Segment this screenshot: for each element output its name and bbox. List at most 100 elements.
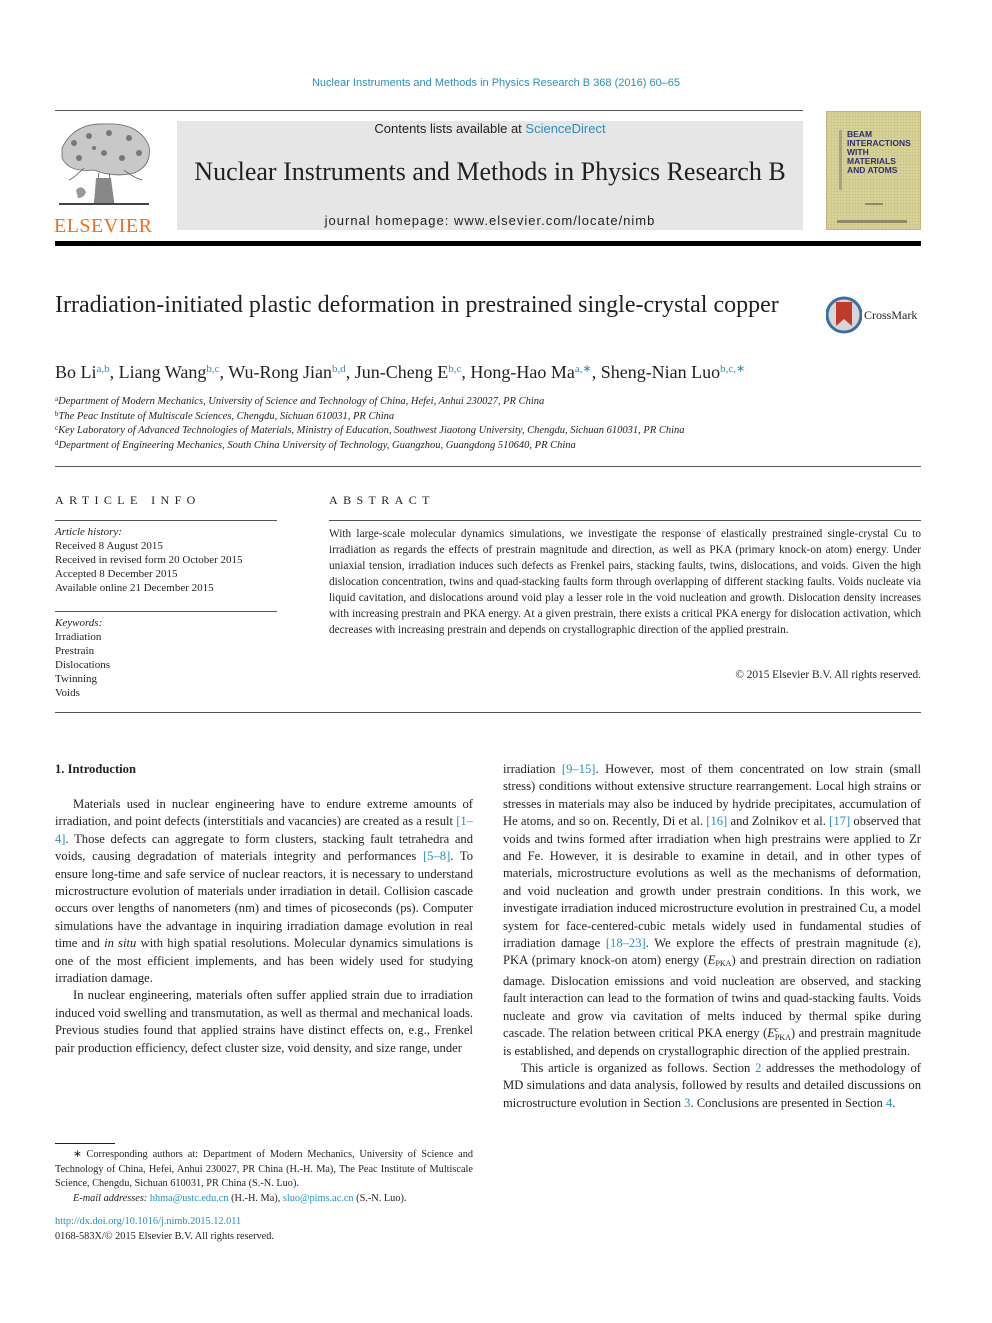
author[interactable]: Hong-Hao Maa,∗ — [470, 362, 591, 382]
affiliation: dDepartment of Engineering Mechanics, So… — [55, 439, 685, 454]
citation-link[interactable]: [5–8] — [423, 849, 450, 863]
history-item: Accepted 8 December 2015 — [55, 568, 178, 580]
author[interactable]: Liang Wangb,c — [119, 362, 220, 382]
body-column-right: irradiation [9–15]. However, most of the… — [503, 761, 921, 1112]
article-history-label: Article history: — [55, 526, 122, 538]
keyword[interactable]: Twinning — [55, 672, 277, 686]
homepage-url[interactable]: www.elsevier.com/locate/nimb — [454, 213, 655, 228]
section-heading-introduction: 1. Introduction — [55, 762, 136, 776]
author-name: Hong-Hao Ma — [470, 362, 575, 382]
citation-link[interactable]: [16] — [706, 814, 727, 828]
article-history: Article history: Received 8 August 2015 … — [55, 525, 277, 595]
doi-link[interactable]: http://dx.doi.org/10.1016/j.nimb.2015.12… — [55, 1216, 241, 1227]
text-run: This article is organized as follows. Se… — [521, 1060, 756, 1075]
email-owner: (H.-H. Ma), — [228, 1192, 283, 1204]
author-affiliation-marker[interactable]: a,b — [97, 363, 110, 375]
journal-homepage: journal homepage: www.elsevier.com/locat… — [177, 213, 803, 228]
abstract-copyright: © 2015 Elsevier B.V. All rights reserved… — [735, 669, 921, 681]
paragraph: In nuclear engineering, materials often … — [55, 988, 473, 1055]
crossmark-label: CrossMark — [864, 308, 918, 322]
history-item: Received 8 August 2015 — [55, 540, 163, 552]
author-name: Sheng-Nian Luo — [600, 362, 721, 382]
keywords: Keywords: Irradiation Prestrain Dislocat… — [55, 616, 277, 700]
author-name: Jun-Cheng E — [354, 362, 449, 382]
keyword[interactable]: Irradiation — [55, 630, 277, 644]
abstract-text: With large-scale molecular dynamics simu… — [329, 528, 921, 636]
math-supsub: c PKA — [775, 1026, 791, 1042]
divider — [55, 712, 921, 713]
text-run: irradiation — [503, 762, 562, 776]
body-column-left: Materials used in nuclear engineering ha… — [55, 796, 473, 1057]
affiliation: bThe Peac Institute of Multiscale Scienc… — [55, 410, 685, 425]
affiliation: cKey Laboratory of Advanced Technologies… — [55, 424, 685, 439]
footnote-rule — [55, 1143, 115, 1144]
paragraph: irradiation [9–15]. However, most of the… — [503, 761, 921, 1060]
author-affiliation-marker[interactable]: b,c,∗ — [720, 363, 745, 375]
citation-link[interactable]: [17] — [829, 814, 850, 828]
article-info-heading: ARTICLE INFO — [55, 493, 201, 507]
journal-banner: Contents lists available at ScienceDirec… — [177, 121, 803, 230]
cover-strip — [839, 130, 842, 190]
affiliation-text: The Peac Institute of Multiscale Science… — [58, 410, 395, 422]
paragraph: Materials used in nuclear engineering ha… — [55, 796, 473, 987]
corresponding-note: ∗ Corresponding authors at: Department o… — [55, 1149, 473, 1189]
divider — [55, 520, 277, 521]
math-subscript: PKA — [774, 1033, 791, 1043]
journal-cover-thumbnail[interactable]: BEAM INTERACTIONS WITH MATERIALS AND ATO… — [826, 111, 921, 230]
masthead-bottom-rule — [55, 241, 921, 246]
elsevier-wordmark: ELSEVIER — [54, 215, 153, 237]
author[interactable]: Wu-Rong Jianb,d — [228, 362, 346, 382]
divider — [55, 466, 921, 467]
cover-title: BEAM INTERACTIONS WITH MATERIALS AND ATO… — [847, 129, 911, 175]
affiliation: aDepartment of Modern Mechanics, Univers… — [55, 395, 685, 410]
keyword[interactable]: Prestrain — [55, 644, 277, 658]
author-name: Liang Wang — [118, 362, 207, 382]
author-affiliation-marker[interactable]: b,c — [448, 363, 461, 375]
keyword[interactable]: Dislocations — [55, 658, 277, 672]
cover-footer — [837, 220, 907, 223]
text-run: . Conclusions are presented in Section — [690, 1095, 886, 1110]
email-owner: (S.-N. Luo). — [353, 1192, 407, 1204]
email-link[interactable]: sluo@pims.ac.cn — [283, 1193, 354, 1204]
author-list: Bo Lia,b, Liang Wangb,c, Wu-Rong Jianb,d… — [55, 362, 746, 382]
text-run: observed that voids and twins formed aft… — [503, 814, 921, 951]
crossmark-icon — [826, 296, 862, 334]
divider — [55, 611, 277, 612]
citation-link[interactable]: [18–23] — [606, 936, 646, 950]
crossmark-badge[interactable]: CrossMark — [826, 296, 926, 336]
affiliation-text: Key Laboratory of Advanced Technologies … — [58, 425, 685, 436]
elsevier-logo[interactable]: ELSEVIER — [54, 118, 156, 237]
corresponding-author-footnote: ∗ Corresponding authors at: Department o… — [55, 1143, 473, 1206]
email-link[interactable]: hhma@ustc.edu.cn — [150, 1193, 229, 1204]
abstract-heading: ABSTRACT — [329, 493, 435, 507]
text-run: Materials used in nuclear engineering ha… — [55, 797, 473, 829]
email-line: E-mail addresses: hhma@ustc.edu.cn (H.-H… — [55, 1192, 473, 1207]
journal-title: Nuclear Instruments and Methods in Physi… — [194, 157, 786, 186]
divider — [329, 520, 921, 521]
author-affiliation-marker[interactable]: a,∗ — [575, 363, 592, 375]
contents-line: Contents lists available at ScienceDirec… — [177, 121, 803, 136]
author-affiliation-marker[interactable]: b,c — [206, 363, 219, 375]
italic-term: in situ — [104, 936, 137, 951]
keyword[interactable]: Voids — [55, 686, 277, 700]
paragraph: This article is organized as follows. Se… — [503, 1060, 921, 1112]
contents-prefix: Contents lists available at — [374, 121, 526, 136]
author[interactable]: Jun-Cheng Eb,c — [355, 362, 462, 382]
text-run: . — [892, 1095, 896, 1110]
keywords-label: Keywords: — [55, 617, 103, 629]
author[interactable]: Bo Lia,b — [55, 362, 110, 382]
affiliation-text: Department of Modern Mechanics, Universi… — [58, 396, 545, 407]
cover-mark — [865, 203, 883, 205]
email-label: E-mail addresses: — [73, 1192, 148, 1204]
text-run: and Zolnikov et al. — [727, 814, 830, 829]
running-head[interactable]: Nuclear Instruments and Methods in Physi… — [0, 77, 992, 89]
masthead-top-rule — [55, 110, 803, 111]
author[interactable]: Sheng-Nian Luob,c,∗ — [601, 362, 746, 382]
elsevier-tree-icon — [54, 118, 154, 210]
author-affiliation-marker[interactable]: b,d — [332, 363, 346, 375]
bottom-meta: http://dx.doi.org/10.1016/j.nimb.2015.12… — [55, 1215, 274, 1244]
homepage-prefix: journal homepage: — [324, 213, 454, 228]
affiliation-text: Department of Engineering Mechanics, Sou… — [58, 439, 576, 451]
sciencedirect-link[interactable]: ScienceDirect — [525, 121, 605, 136]
citation-link[interactable]: [9–15] — [562, 762, 596, 776]
